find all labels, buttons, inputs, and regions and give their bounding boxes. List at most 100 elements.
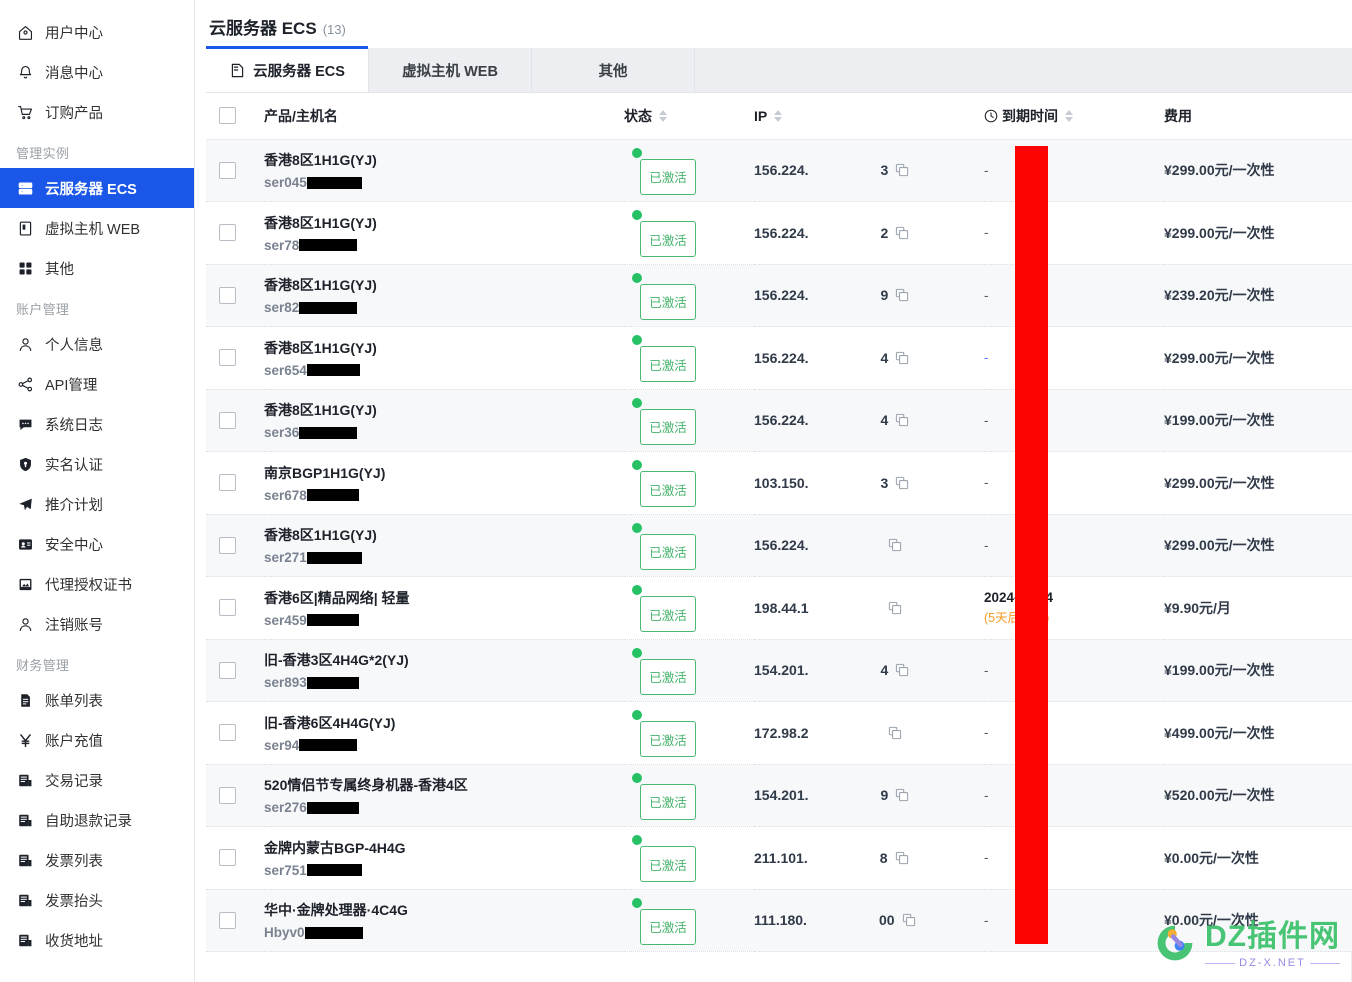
sidebar-item-2-5[interactable]: 发票抬头 [0, 880, 194, 920]
row-checkbox[interactable] [219, 724, 236, 742]
copy-icon[interactable] [902, 913, 916, 927]
table-row[interactable]: 华中·金牌处理器·4C4G Hbyv0 已激活 111.180. 00 - ¥0.00元/一… [206, 889, 1352, 952]
table-row[interactable]: 香港8区1H1G(YJ) ser654 已激活 156.224. 4 - ¥299.00元/… [206, 326, 1352, 390]
copy-icon[interactable] [895, 788, 909, 802]
sidebar-item-label: 虚拟主机 WEB [45, 221, 141, 238]
row-checkbox[interactable] [219, 599, 236, 617]
sidebar-item-2-6[interactable]: 收货地址 [0, 920, 194, 960]
expiry-date: - [984, 850, 989, 866]
sort-ip-icon[interactable] [774, 109, 783, 122]
row-checkbox[interactable] [219, 349, 236, 367]
host-prefix: ser045 [264, 175, 307, 191]
tab-1[interactable]: 虚拟主机 WEB [369, 48, 532, 92]
row-select-cell [206, 451, 264, 515]
row-select-cell [206, 889, 264, 952]
select-all-checkbox[interactable] [219, 107, 236, 125]
table-row[interactable]: 旧-香港6区4H4G(YJ) ser94 已激活 172.98.2 - ¥499.00元/… [206, 701, 1352, 765]
column-header-expiry[interactable]: 到期时间 [984, 93, 1164, 140]
ip-cell: 198.44.1 [754, 576, 984, 640]
sidebar-item-1-3[interactable]: 实名认证 [0, 444, 194, 484]
sidebar-item-label: 自助退款记录 [45, 813, 132, 830]
sidebar-item-label: 其他 [45, 261, 74, 278]
copy-icon[interactable] [888, 601, 902, 615]
row-checkbox[interactable] [219, 474, 236, 492]
table-row[interactable]: 旧-香港3区4H4G*2(YJ) ser893 已激活 154.201. 4 - ¥199.… [206, 639, 1352, 702]
row-checkbox[interactable] [219, 224, 236, 242]
status-badge: 已激活 [640, 346, 696, 383]
copy-icon[interactable] [888, 538, 902, 552]
host-name: ser893 [264, 675, 624, 690]
sidebar-item-2-2[interactable]: 交易记录 [0, 760, 194, 800]
fee-amount: ¥520.00元/一次性 [1164, 787, 1275, 804]
column-label-ip: IP [754, 107, 768, 124]
row-checkbox[interactable] [219, 536, 236, 554]
copy-icon[interactable] [895, 663, 909, 677]
tab-0[interactable]: 云服务器 ECS [206, 46, 369, 92]
row-select-cell [206, 576, 264, 640]
row-checkbox[interactable] [219, 661, 236, 679]
sidebar-item-1-2[interactable]: 系统日志 [0, 404, 194, 444]
sidebar-item-1-4[interactable]: 推介计划 [0, 484, 194, 524]
sidebar-item-label: 发票抬头 [45, 893, 103, 910]
row-checkbox[interactable] [219, 786, 236, 804]
row-checkbox[interactable] [219, 286, 236, 304]
sort-expiry-icon[interactable] [1065, 109, 1073, 122]
row-checkbox[interactable] [219, 411, 236, 429]
host-name: ser271 [264, 550, 624, 565]
sort-status-icon[interactable] [659, 109, 667, 122]
sidebar-item-2-3[interactable]: 自助退款记录 [0, 800, 194, 840]
product-name: 香港8区1H1G(YJ) [264, 527, 377, 544]
expiry-cell: - [984, 201, 1164, 265]
sidebar-item-label: 系统日志 [45, 417, 103, 434]
table-row[interactable]: 香港8区1H1G(YJ) ser045 已激活 156.224. 3 - ¥299.00元/… [206, 139, 1352, 202]
copy-icon[interactable] [895, 413, 909, 427]
host-name: ser94 [264, 738, 624, 753]
table-row[interactable]: 南京BGP1H1G(YJ) ser678 已激活 103.150. 3 - ¥299.00元… [206, 451, 1352, 515]
copy-icon[interactable] [895, 476, 909, 490]
ip-tail: 4 [880, 349, 889, 366]
ip-tail: 3 [880, 474, 889, 491]
sidebar-item-2-1[interactable]: 账户充值 [0, 720, 194, 760]
row-checkbox[interactable] [219, 161, 236, 179]
sidebar-item-0-1[interactable]: 虚拟主机 WEB [0, 208, 194, 248]
host-prefix: ser94 [264, 737, 300, 753]
copy-icon[interactable] [895, 351, 909, 365]
copy-icon[interactable] [895, 851, 909, 865]
home-icon [16, 23, 34, 41]
sidebar-item-0[interactable]: 用户中心 [0, 12, 194, 52]
copy-icon[interactable] [895, 226, 909, 240]
sidebar-item-1[interactable]: 消息中心 [0, 52, 194, 92]
ip-cell: 156.224. 4 [754, 389, 984, 452]
table-row[interactable]: 香港8区1H1G(YJ) ser271 已激活 156.224. - ¥299.00元/一… [206, 514, 1352, 577]
table-row[interactable]: 金牌内蒙古BGP-4H4G ser751 已激活 211.101. 8 - ¥0.00元/一… [206, 826, 1352, 890]
table-row[interactable]: 香港8区1H1G(YJ) ser78 已激活 156.224. 2 - ¥299.00元/一… [206, 201, 1352, 265]
table-row[interactable]: 香港8区1H1G(YJ) ser36 已激活 156.224. 4 - ¥199.00元/一… [206, 389, 1352, 452]
host-prefix: ser654 [264, 362, 307, 378]
table-row[interactable]: 520情侣节专属终身机器-香港4区 ser276 已激活 154.201. 9 - ¥520… [206, 764, 1352, 827]
sidebar-item-1-0[interactable]: 个人信息 [0, 324, 194, 364]
table-body: 香港8区1H1G(YJ) ser045 已激活 156.224. 3 - ¥299.00元/… [206, 139, 1352, 952]
table-header-row: 产品/主机名 状态 IP 到期时间 费用 [206, 93, 1352, 140]
sidebar-item-1-1[interactable]: API管理 [0, 364, 194, 404]
sidebar-item-0-0[interactable]: 云服务器 ECS [0, 168, 194, 208]
sidebar-item-1-7[interactable]: 注销账号 [0, 604, 194, 644]
sidebar: 用户中心 消息中心 订购产品 管理实例 云服务器 ECS 虚拟主机 WEB 其他 账户管理 个人… [0, 0, 195, 982]
sidebar-item-0-2[interactable]: 其他 [0, 248, 194, 288]
sidebar-item-1-5[interactable]: 安全中心 [0, 524, 194, 564]
sidebar-item-2-0[interactable]: 账单列表 [0, 680, 194, 720]
copy-icon[interactable] [888, 726, 902, 740]
column-header-status[interactable]: 状态 [624, 93, 754, 140]
copy-icon[interactable] [895, 288, 909, 302]
row-checkbox[interactable] [219, 911, 236, 929]
tab-2[interactable]: 其他 [532, 48, 695, 92]
sidebar-item-2[interactable]: 订购产品 [0, 92, 194, 132]
table-row[interactable]: 香港8区1H1G(YJ) ser82 已激活 156.224. 9 - ¥239.20元/一… [206, 264, 1352, 327]
copy-icon[interactable] [895, 163, 909, 177]
column-header-ip[interactable]: IP [754, 93, 984, 140]
product-name: 华中·金牌处理器·4C4G [264, 902, 408, 919]
table-row[interactable]: 香港6区|精品网络| 轻量 ser459 已激活 198.44.1 2024-10-04… [206, 576, 1352, 640]
expiry-date: - [984, 537, 989, 553]
sidebar-item-1-6[interactable]: 代理授权证书 [0, 564, 194, 604]
sidebar-item-2-4[interactable]: 发票列表 [0, 840, 194, 880]
row-checkbox[interactable] [219, 849, 236, 867]
